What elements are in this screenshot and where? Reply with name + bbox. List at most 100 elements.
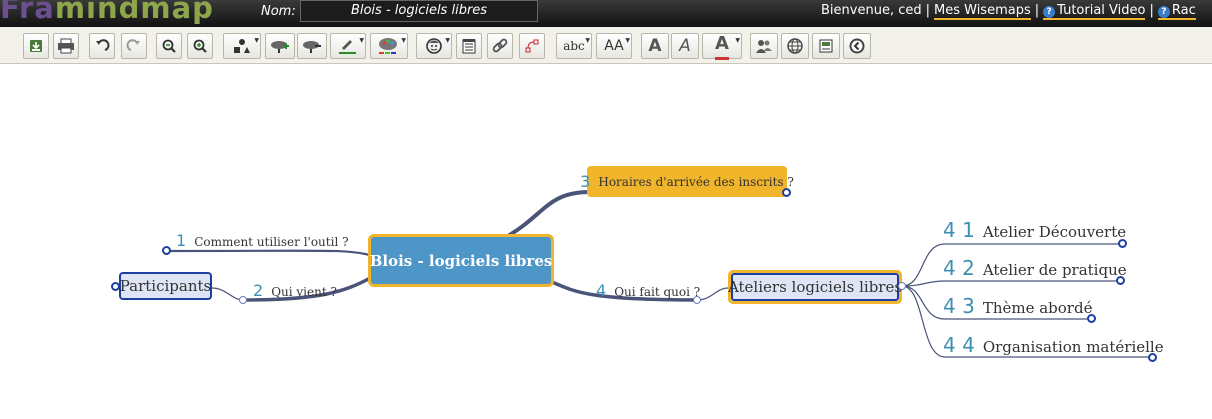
- mindmap-canvas[interactable]: Blois - logiciels libres 1 Comment utilis…: [0, 64, 1212, 419]
- dropdown-arrow-icon: ▼: [254, 37, 259, 44]
- icon-picker-button[interactable]: ▼: [416, 33, 452, 59]
- zoom-out-icon: [162, 39, 176, 53]
- topic-number: 4 4: [943, 333, 975, 357]
- shortcuts-link[interactable]: ? Rac: [1157, 3, 1196, 20]
- collapse-handle[interactable]: [1148, 353, 1157, 362]
- dropdown-arrow-icon: ▼: [585, 37, 590, 44]
- toolbar: ▼ ▼ ▼ ▼ abc ▼ AA ▼ A A A ▼: [0, 27, 1212, 64]
- save-icon: [30, 40, 42, 52]
- share-icon: [756, 40, 772, 53]
- undo-icon: [96, 39, 110, 51]
- link-icon: [492, 38, 508, 53]
- collapse-handle[interactable]: [1118, 239, 1127, 248]
- map-name-label: Nom:: [261, 4, 296, 19]
- collapse-handle[interactable]: [1087, 314, 1096, 323]
- border-color-icon: [339, 40, 356, 54]
- back-icon: [849, 38, 865, 54]
- background-color-icon: [379, 38, 397, 54]
- topic-comment-utiliser[interactable]: 1 Comment utiliser l'outil ?: [176, 231, 349, 250]
- collapse-handle[interactable]: [782, 188, 791, 197]
- italic-button[interactable]: A: [671, 33, 699, 59]
- top-bar: Framindmap Nom: Blois - logiciels libres…: [0, 0, 1212, 27]
- topic-qui-fait-quoi[interactable]: 4 Qui fait quoi ?: [596, 281, 700, 300]
- framindmap-logo[interactable]: Framindmap: [0, 0, 214, 25]
- collapse-handle[interactable]: [111, 282, 120, 291]
- note-button[interactable]: [456, 33, 482, 59]
- publish-icon: [787, 38, 803, 54]
- zoom-in-button[interactable]: [187, 33, 213, 59]
- central-topic[interactable]: Blois - logiciels libres: [368, 234, 554, 287]
- print-icon: [58, 38, 74, 54]
- undo-button[interactable]: [89, 33, 115, 59]
- my-wisemaps-link[interactable]: Mes Wisemaps: [934, 3, 1031, 20]
- publish-button[interactable]: [781, 33, 809, 59]
- font-type-button[interactable]: abc ▼: [556, 33, 592, 59]
- help-icon: ?: [1157, 6, 1170, 18]
- dropdown-arrow-icon: ▼: [445, 37, 450, 44]
- dropdown-arrow-icon: ▼: [359, 37, 364, 44]
- bold-button[interactable]: A: [641, 33, 669, 59]
- redo-button[interactable]: [121, 33, 147, 59]
- font-size-icon: AA: [604, 38, 624, 54]
- topic-label: Organisation matérielle: [982, 338, 1164, 356]
- topic-horaires[interactable]: 3 Horaires d'arrivée des inscrits ?: [580, 166, 794, 197]
- relationship-icon: [525, 39, 539, 53]
- share-button[interactable]: [750, 33, 778, 59]
- topic-number: 1: [176, 231, 187, 250]
- bold-icon: A: [648, 36, 662, 56]
- dropdown-arrow-icon: ▼: [401, 37, 406, 44]
- subtopic-theme-aborde[interactable]: 4 3 Thème abordé: [943, 294, 1092, 318]
- collapse-handle[interactable]: [162, 246, 171, 255]
- save-button[interactable]: [23, 33, 49, 59]
- redo-icon: [126, 39, 140, 51]
- topic-number: 4: [596, 281, 607, 300]
- note-icon: [462, 39, 476, 54]
- font-color-icon: A: [715, 33, 729, 60]
- topic-ateliers[interactable]: Ateliers logiciels libres: [728, 270, 902, 304]
- welcome-text: Bienvenue, ced: [821, 3, 922, 18]
- dropdown-arrow-icon: ▼: [625, 37, 630, 44]
- zoom-in-icon: [193, 39, 207, 53]
- delete-topic-button[interactable]: [297, 33, 327, 59]
- relationship-button[interactable]: [519, 33, 545, 59]
- user-links: Bienvenue, ced | Mes Wisemaps |? Tutorial Vi…: [821, 3, 1196, 20]
- topic-label: Horaires d'arrivée des inscrits ?: [598, 174, 794, 189]
- add-topic-icon: [271, 41, 289, 53]
- add-topic-button[interactable]: [265, 33, 295, 59]
- collapse-handle[interactable]: [239, 296, 247, 304]
- zoom-out-button[interactable]: [156, 33, 182, 59]
- collapse-handle[interactable]: [693, 296, 701, 304]
- topic-participants[interactable]: Participants: [119, 272, 212, 300]
- background-color-button[interactable]: ▼: [370, 33, 408, 59]
- link-button[interactable]: [487, 33, 513, 59]
- back-button[interactable]: [843, 33, 871, 59]
- topic-shape-button[interactable]: ▼: [223, 33, 261, 59]
- print-button[interactable]: [53, 33, 79, 59]
- topic-label: Qui fait quoi ?: [614, 285, 701, 299]
- topic-label: Ateliers logiciels libres: [727, 278, 903, 296]
- history-button[interactable]: [812, 33, 840, 59]
- subtopic-atelier-pratique[interactable]: 4 2 Atelier de pratique: [943, 256, 1127, 280]
- topic-qui-vient[interactable]: 2 Qui vient ?: [253, 281, 337, 300]
- topic-label: Comment utiliser l'outil ?: [194, 235, 349, 249]
- dropdown-arrow-icon: ▼: [735, 37, 740, 44]
- icon-face-icon: [426, 38, 442, 54]
- tutorial-video-link[interactable]: ? Tutorial Video: [1043, 3, 1146, 20]
- topic-shape-icon: [234, 39, 250, 53]
- border-color-button[interactable]: ▼: [330, 33, 366, 59]
- topic-number: 4 1: [943, 218, 975, 242]
- subtopic-atelier-decouverte[interactable]: 4 1 Atelier Découverte: [943, 218, 1126, 242]
- topic-number: 2: [253, 281, 264, 300]
- topic-label: Atelier de pratique: [982, 261, 1127, 279]
- subtopic-organisation[interactable]: 4 4 Organisation matérielle: [943, 333, 1164, 357]
- font-size-button[interactable]: AA ▼: [596, 33, 632, 59]
- delete-topic-icon: [303, 41, 321, 53]
- history-icon: [819, 39, 833, 53]
- font-color-button[interactable]: A ▼: [702, 33, 742, 60]
- font-type-icon: abc: [563, 39, 585, 53]
- topic-number: 3: [580, 172, 591, 191]
- italic-icon: A: [679, 36, 691, 56]
- map-name-field[interactable]: Blois - logiciels libres: [300, 0, 538, 22]
- collapse-handle[interactable]: [898, 282, 906, 290]
- collapse-handle[interactable]: [1116, 276, 1125, 285]
